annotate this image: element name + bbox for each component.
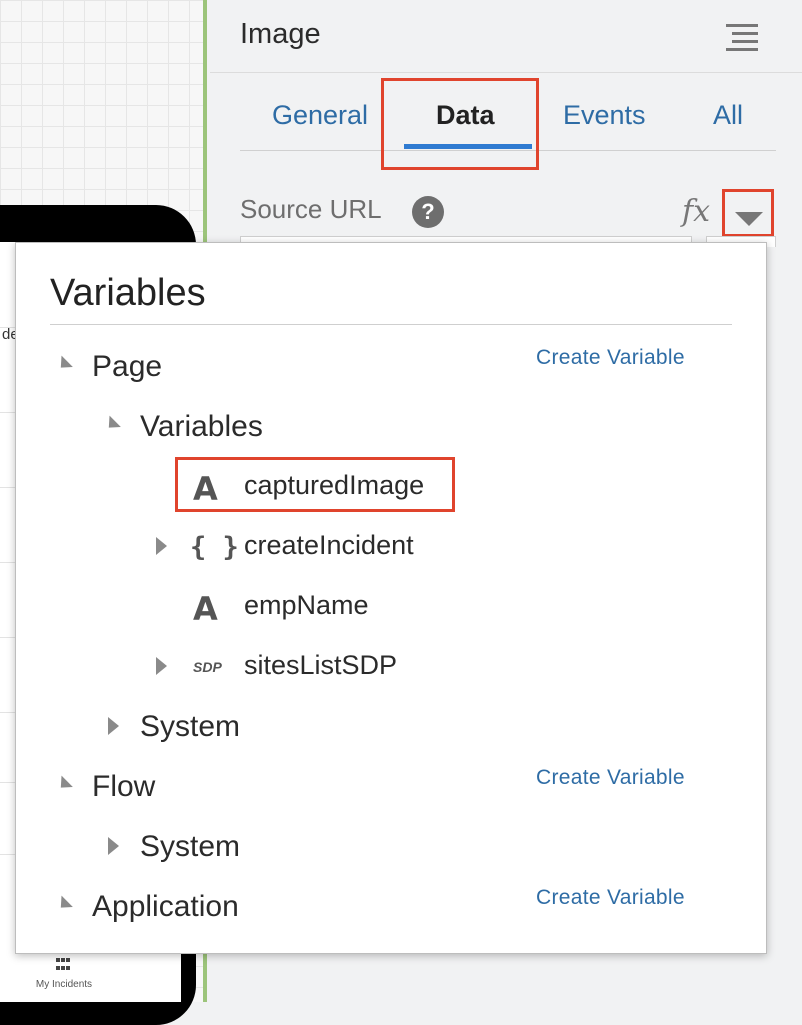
phone-tab-bar [0,950,181,1002]
popup-title: Variables [50,272,206,314]
source-url-label: Source URL [240,194,382,224]
fx-expression-icon[interactable]: fx [682,194,710,229]
string-type-icon: A [193,590,218,628]
sdp-type-icon: SDP [193,659,222,675]
tree-item-application[interactable]: Application [92,890,239,924]
tab-events[interactable]: Events [563,100,646,131]
tree-item-page-system[interactable]: System [140,710,240,744]
collapsed-triangle-icon[interactable] [108,837,119,855]
captured-image-highlight [175,457,455,512]
incidents-grid-icon[interactable] [56,958,72,972]
collapsed-triangle-icon[interactable] [108,717,119,735]
tab-all[interactable]: All [713,100,743,131]
help-icon[interactable]: ? [412,196,444,228]
tab-general[interactable]: General [272,100,368,131]
tree-item-flow[interactable]: Flow [92,770,155,804]
popup-divider [50,324,732,325]
hamburger-menu-icon[interactable] [726,24,758,52]
variable-emp-name[interactable]: empName [244,590,369,621]
tree-item-page-variables[interactable]: Variables [140,410,263,444]
phone-tab-label[interactable]: My Incidents [20,979,108,990]
collapsed-triangle-icon[interactable] [156,657,167,675]
tab-data-highlight [381,78,539,170]
tree-item-page[interactable]: Page [92,350,162,384]
create-variable-page-link[interactable]: Create Variable [536,346,685,370]
panel-title: Image [240,18,321,50]
collapsed-triangle-icon[interactable] [156,537,167,555]
create-variable-flow-link[interactable]: Create Variable [536,766,685,790]
create-variable-application-link[interactable]: Create Variable [536,886,685,910]
variable-sites-list-sdp[interactable]: sitesListSDP [244,650,397,681]
variable-picker-button[interactable] [722,189,774,237]
variable-create-incident[interactable]: createIncident [244,530,414,561]
chevron-down-icon [735,212,763,226]
panel-divider [210,72,802,73]
tree-item-flow-system[interactable]: System [140,830,240,864]
object-type-icon: { } [190,532,239,563]
